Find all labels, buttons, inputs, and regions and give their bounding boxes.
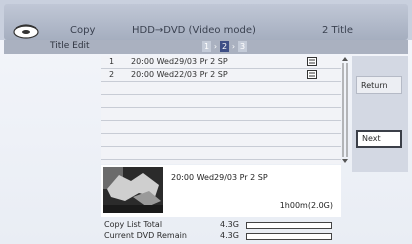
empty-row bbox=[101, 108, 341, 121]
chapter-icon bbox=[307, 70, 317, 79]
title-edit-label: Title Edit bbox=[50, 41, 90, 51]
title-list: 1 20:00 Wed29/03 Pr 2 SP 2 20:00 Wed22/0… bbox=[101, 56, 341, 164]
step-2: 2 bbox=[220, 41, 229, 52]
video-thumbnail bbox=[103, 167, 163, 213]
dvd-remain-bar bbox=[246, 233, 332, 240]
mode-label: Copy bbox=[70, 25, 96, 36]
step-separator: › bbox=[213, 42, 218, 51]
copy-list-total-bar bbox=[246, 222, 332, 229]
step-3: 3 bbox=[238, 41, 247, 52]
title-row-2[interactable]: 2 20:00 Wed22/03 Pr 2 SP bbox=[101, 69, 341, 82]
preview-duration: 1h00m(2.0G) bbox=[279, 201, 333, 210]
chapter-icon bbox=[307, 57, 317, 66]
title-info: 20:00 Wed29/03 Pr 2 SP bbox=[131, 57, 228, 66]
next-button[interactable]: Next bbox=[356, 130, 402, 148]
step-separator: › bbox=[231, 42, 236, 51]
empty-row bbox=[101, 134, 341, 147]
dvd-remain-value: 4.3G bbox=[220, 231, 239, 240]
scroll-up-arrow-icon bbox=[342, 57, 348, 61]
return-button[interactable]: Return bbox=[356, 76, 402, 94]
title-info: 20:00 Wed22/03 Pr 2 SP bbox=[131, 70, 228, 79]
preview-info: 20:00 Wed29/03 Pr 2 SP bbox=[171, 173, 268, 182]
step-1: 1 bbox=[202, 41, 211, 52]
scrollbar[interactable] bbox=[341, 56, 349, 164]
title-row-1[interactable]: 1 20:00 Wed29/03 Pr 2 SP bbox=[101, 56, 341, 69]
copy-direction: HDD→DVD (Video mode) bbox=[132, 25, 256, 36]
preview-panel: 20:00 Wed29/03 Pr 2 SP 1h00m(2.0G) bbox=[101, 165, 341, 217]
empty-row bbox=[101, 121, 341, 134]
copy-list-total-value: 4.3G bbox=[220, 220, 239, 229]
empty-row bbox=[101, 147, 341, 160]
dvd-remain-label: Current DVD Remain bbox=[104, 231, 187, 240]
empty-row bbox=[101, 95, 341, 108]
step-indicator: 1 › 2 › 3 bbox=[202, 41, 247, 52]
title-count: 2 Title bbox=[322, 25, 353, 36]
button-panel: Return Next bbox=[352, 56, 408, 172]
title-number: 1 bbox=[109, 57, 115, 66]
title-number: 2 bbox=[109, 70, 115, 79]
copy-screen: Copy HDD→DVD (Video mode) 2 Title Title … bbox=[0, 0, 412, 244]
empty-row bbox=[101, 82, 341, 95]
header: Copy HDD→DVD (Video mode) 2 Title bbox=[0, 0, 412, 40]
copy-list-total-label: Copy List Total bbox=[104, 220, 163, 229]
dvd-disc-icon bbox=[13, 24, 39, 39]
scroll-down-arrow-icon bbox=[342, 159, 348, 163]
sub-header: Title Edit 1 › 2 › 3 bbox=[4, 40, 408, 54]
